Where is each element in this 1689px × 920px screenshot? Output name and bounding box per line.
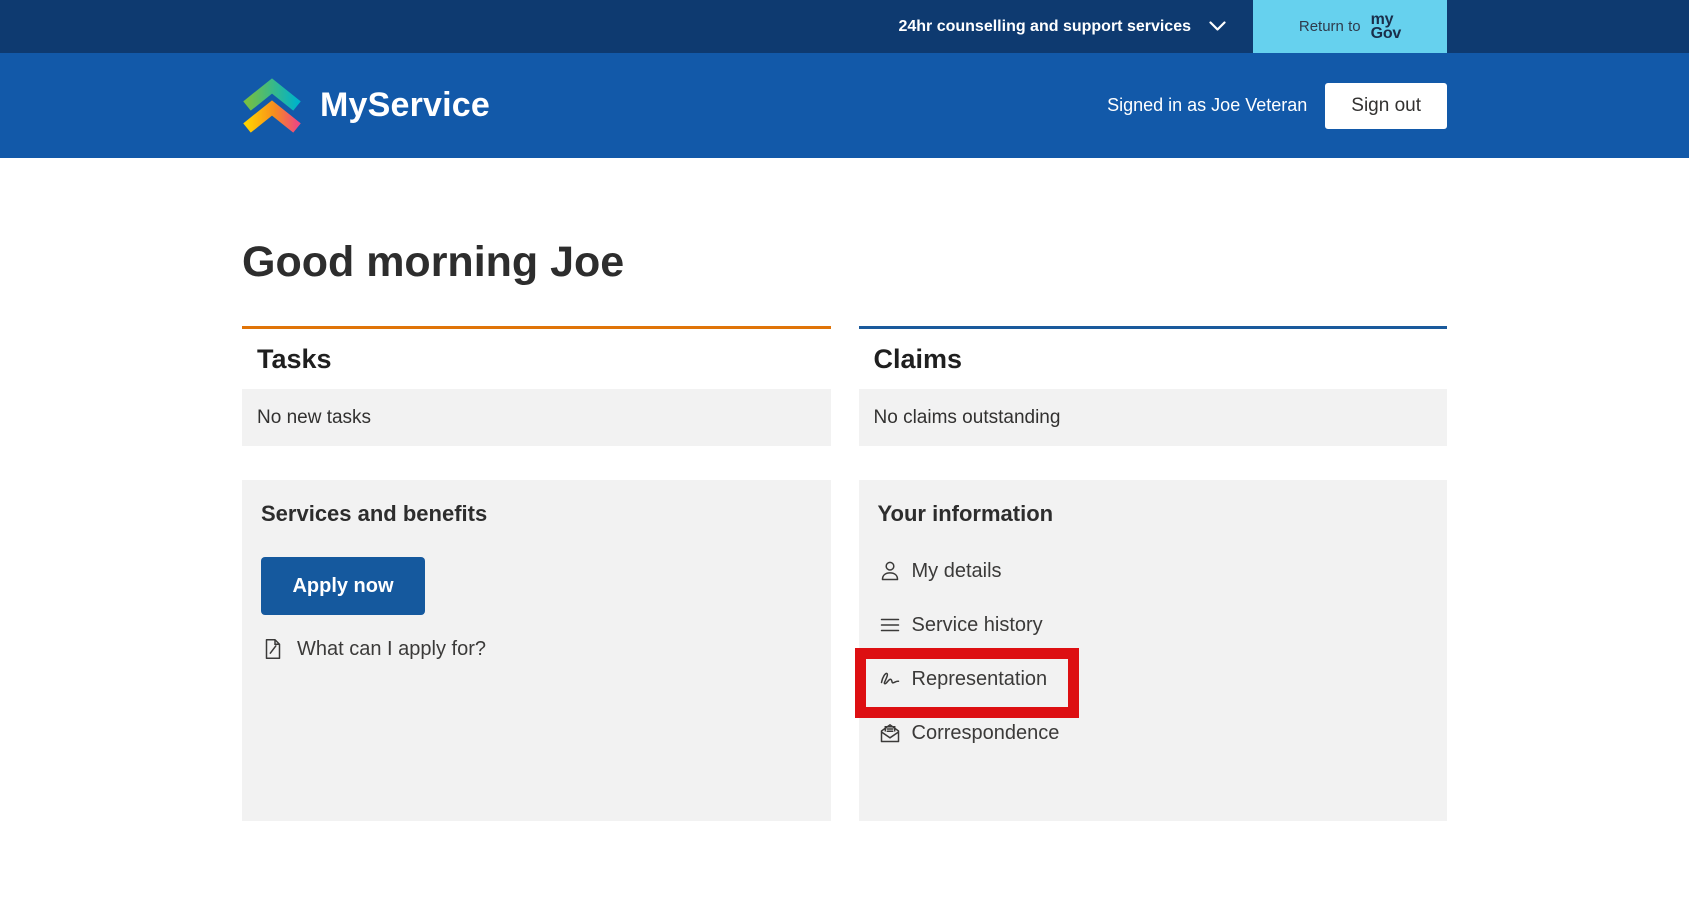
- person-icon: [878, 559, 902, 583]
- representation-label: Representation: [912, 668, 1048, 691]
- signature-icon: [878, 667, 902, 691]
- mygov-logo: my Gov: [1371, 13, 1402, 41]
- claims-card-title: Claims: [859, 329, 1448, 389]
- claims-card: Claims No claims outstanding: [859, 326, 1448, 446]
- signed-in-text: Signed in as Joe Veteran: [1107, 95, 1307, 116]
- what-can-i-apply-for-link[interactable]: What can I apply for?: [261, 637, 486, 661]
- brand-name: MyService: [320, 86, 490, 125]
- services-and-benefits-panel: Services and benefits Apply now What can…: [242, 480, 831, 821]
- tasks-card-title: Tasks: [242, 329, 831, 389]
- panels-row: Services and benefits Apply now What can…: [242, 480, 1447, 821]
- service-history-label: Service history: [912, 614, 1043, 637]
- brand-header: MyService Signed in as Joe Veteran Sign …: [0, 53, 1689, 158]
- myservice-chevrons-icon: [242, 78, 302, 134]
- my-details-link[interactable]: My details: [878, 556, 1002, 586]
- return-to-label: Return to: [1299, 18, 1361, 35]
- service-history-link[interactable]: Service history: [878, 610, 1043, 640]
- mygov-logo-line2: Gov: [1371, 27, 1402, 41]
- support-services-dropdown[interactable]: 24hr counselling and support services: [898, 15, 1229, 39]
- your-information-panel: Your information My details: [859, 480, 1448, 821]
- form-icon: [261, 637, 285, 661]
- information-panel-title: Your information: [878, 501, 1429, 527]
- claims-card-body: No claims outstanding: [859, 389, 1448, 446]
- support-services-label: 24hr counselling and support services: [898, 18, 1191, 36]
- list-icon: [878, 613, 902, 637]
- header-account-area: Signed in as Joe Veteran Sign out: [1107, 83, 1447, 129]
- main-content: Good morning Joe Tasks No new tasks Clai…: [242, 238, 1447, 821]
- tasks-card-body: No new tasks: [242, 389, 831, 446]
- chevron-down-icon: [1205, 15, 1229, 39]
- tasks-card: Tasks No new tasks: [242, 326, 831, 446]
- services-panel-title: Services and benefits: [261, 501, 812, 527]
- mail-icon: [878, 721, 902, 745]
- correspondence-link[interactable]: Correspondence: [878, 718, 1060, 748]
- my-details-label: My details: [912, 560, 1002, 583]
- greeting-heading: Good morning Joe: [242, 238, 1447, 287]
- information-list: My details Service history: [878, 556, 1429, 748]
- correspondence-label: Correspondence: [912, 722, 1060, 745]
- apply-now-button[interactable]: Apply now: [261, 557, 425, 615]
- representation-link[interactable]: Representation: [878, 664, 1048, 694]
- myservice-logo-link[interactable]: MyService: [242, 78, 490, 134]
- what-can-i-apply-for-label: What can I apply for?: [297, 638, 486, 661]
- top-utility-bar: 24hr counselling and support services Re…: [0, 0, 1689, 53]
- sign-out-button[interactable]: Sign out: [1325, 83, 1447, 129]
- return-to-mygov-button[interactable]: Return to my Gov: [1253, 0, 1447, 53]
- status-cards-row: Tasks No new tasks Claims No claims outs…: [242, 326, 1447, 446]
